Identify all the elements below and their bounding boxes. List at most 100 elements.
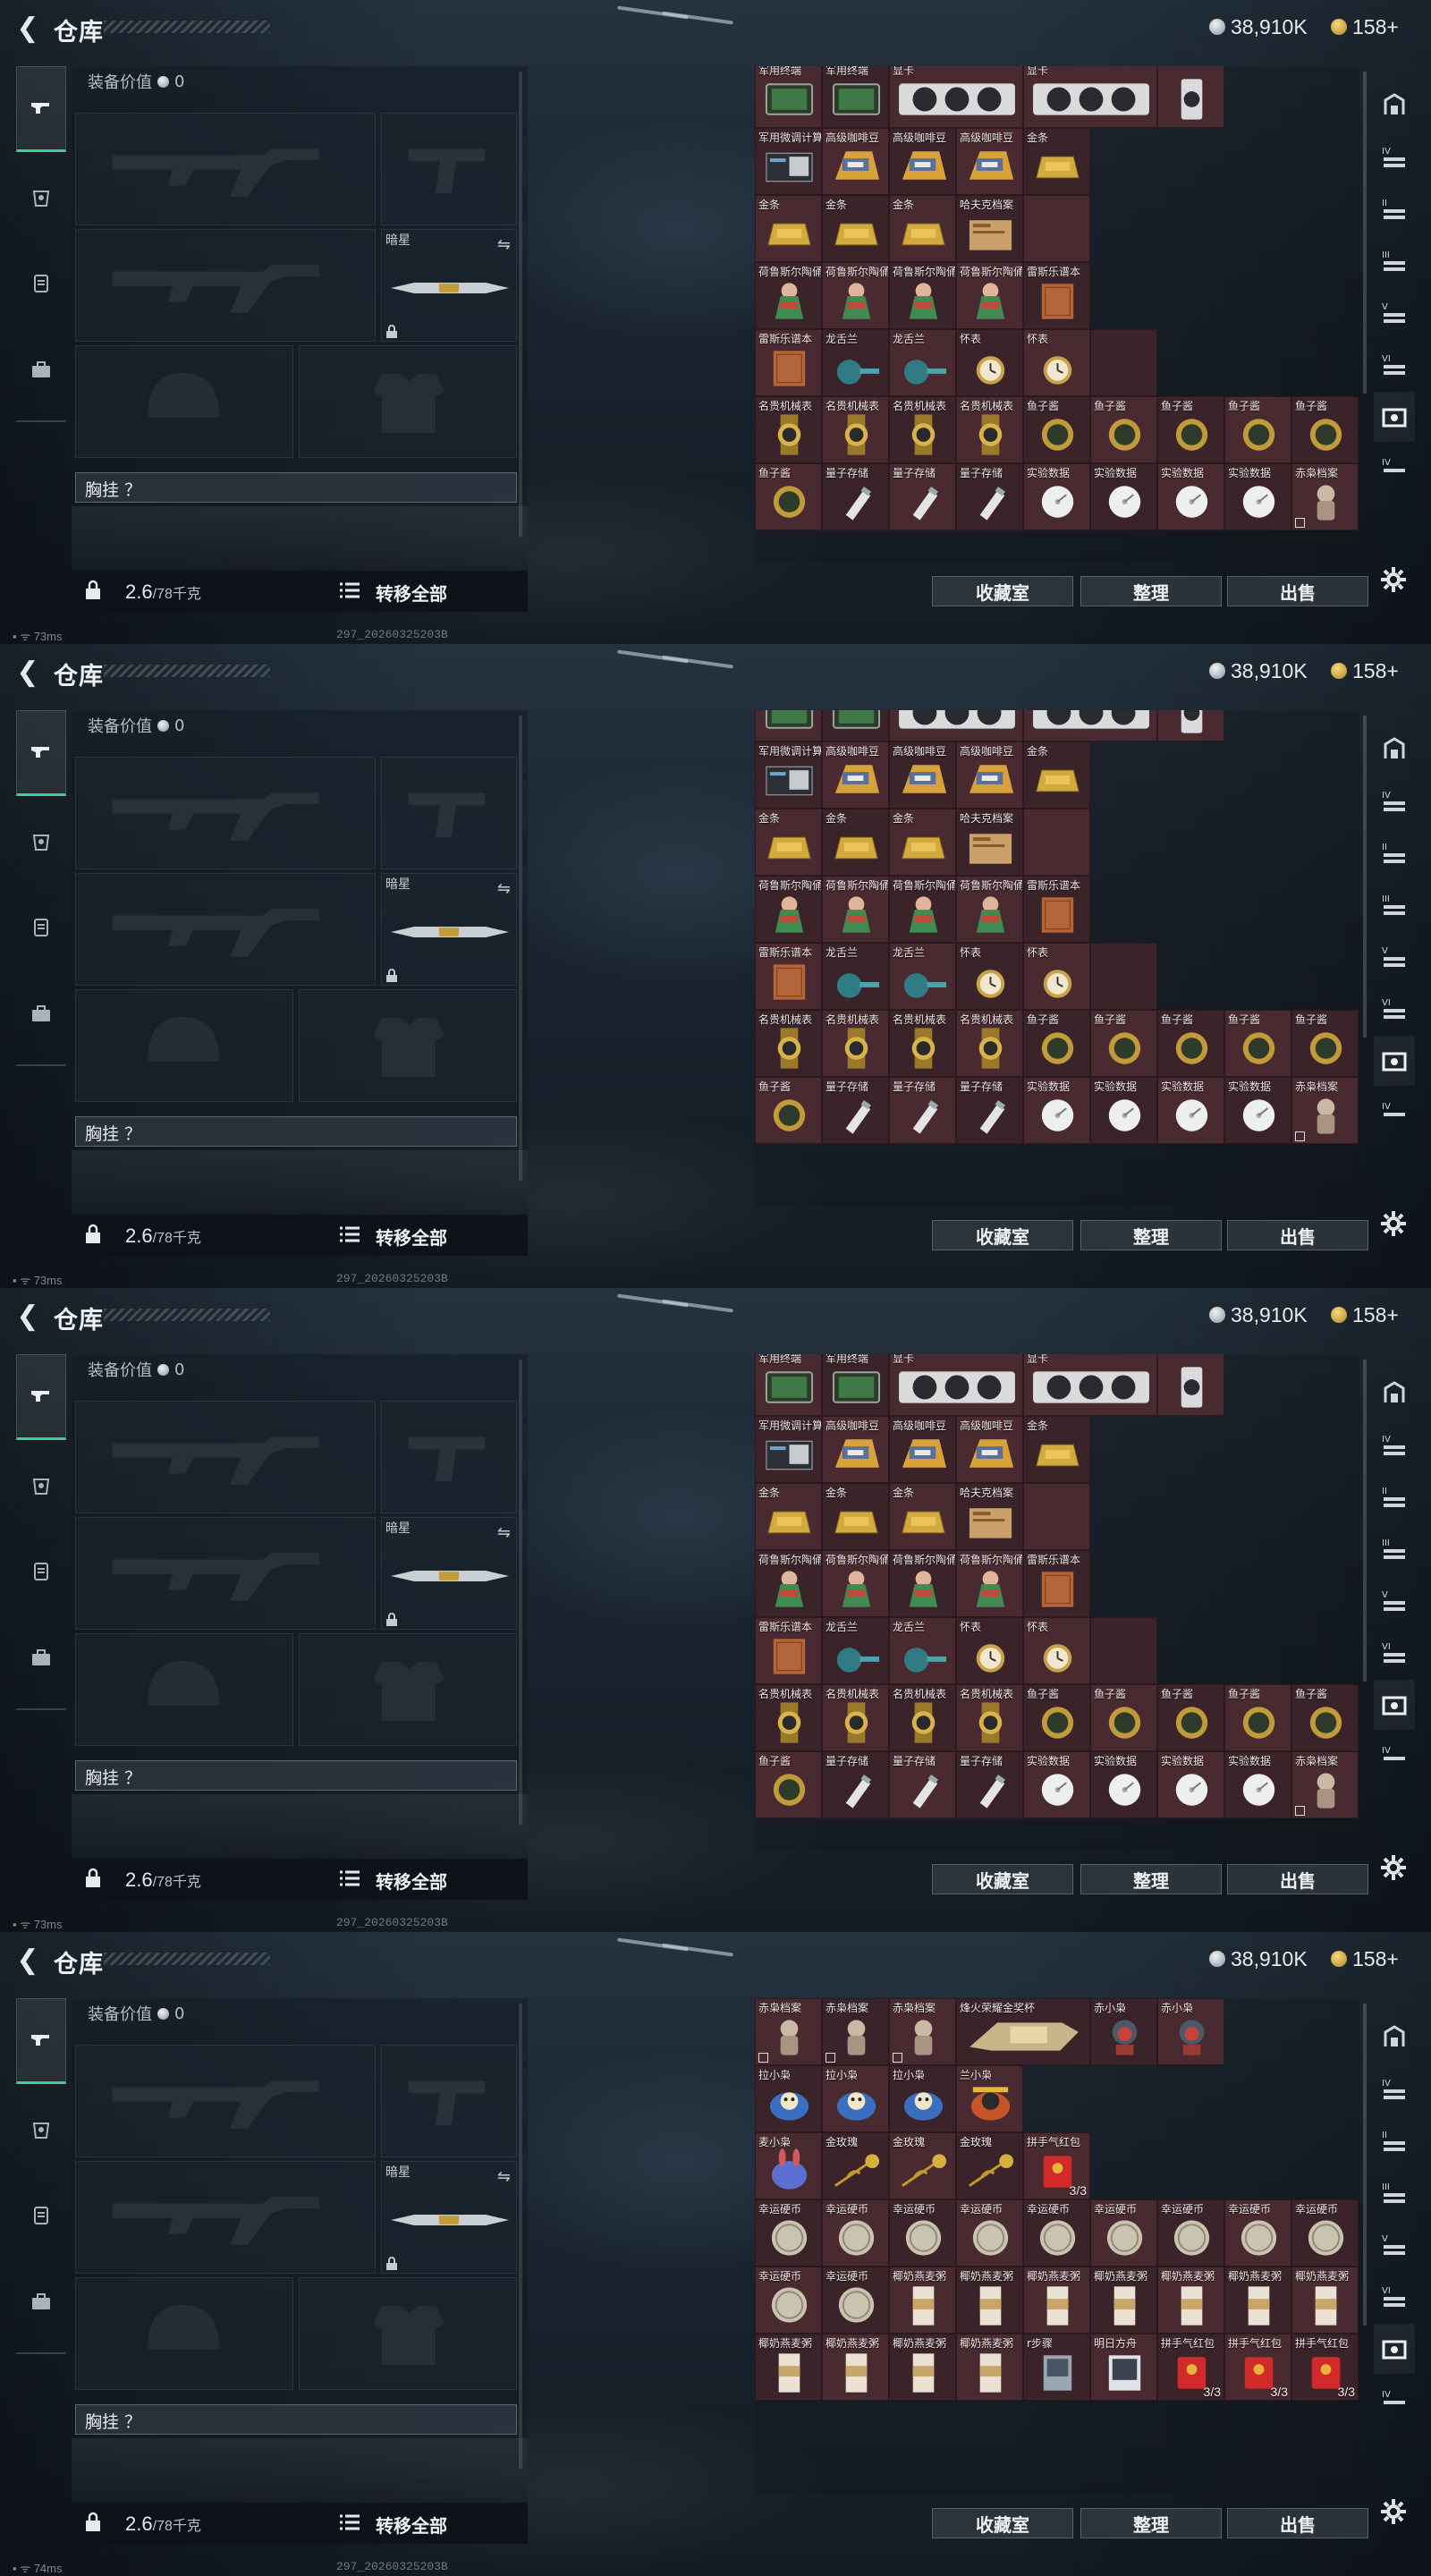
list-icon[interactable] — [340, 1226, 360, 1242]
storage-item[interactable]: 名贵机械表 — [822, 1010, 889, 1077]
storage-item[interactable]: 雷斯乐谱本 — [1023, 1550, 1090, 1617]
storage-item[interactable]: 实验数据 — [1090, 1077, 1157, 1144]
storage-item[interactable] — [1023, 809, 1090, 876]
storage-item[interactable]: 赤小枭 — [1157, 1998, 1224, 2065]
chest-rig-slot[interactable]: 胸挂 ？ — [75, 2404, 517, 2435]
storage-item[interactable]: 椰奶燕麦粥 — [755, 2334, 822, 2401]
storage-item[interactable]: 鱼子酱 — [1090, 1010, 1157, 1077]
storage-item[interactable]: 名贵机械表 — [822, 396, 889, 463]
storage-item[interactable]: 名贵机械表 — [956, 1684, 1023, 1751]
storage-item[interactable]: 名贵机械表 — [755, 396, 822, 463]
storage-item[interactable]: 椰奶燕麦粥 — [1090, 2267, 1157, 2334]
storage-item[interactable]: 鱼子酱 — [1291, 1684, 1359, 1751]
storage-item[interactable]: 椰奶燕麦粥 — [1023, 2267, 1090, 2334]
list-icon[interactable] — [340, 2514, 360, 2530]
storage-tab[interactable]: V — [1374, 288, 1415, 338]
storage-item[interactable]: 雷斯乐谱本 — [1023, 262, 1090, 329]
nav-case[interactable] — [16, 2259, 66, 2345]
storage-item[interactable]: 显卡 — [1023, 710, 1157, 741]
primary-weapon-slot[interactable] — [75, 113, 376, 225]
storage-item[interactable]: 荷鲁斯尔陶俑 — [956, 876, 1023, 943]
storage-item[interactable]: 量子存储 — [956, 1077, 1023, 1144]
nav-armor[interactable] — [16, 1444, 66, 1530]
storage-item[interactable]: 军用微调计算机 — [755, 1416, 822, 1483]
storage-item[interactable]: 显卡 — [889, 66, 1023, 128]
storage-tab[interactable]: V — [1374, 932, 1415, 982]
collection-room-button[interactable]: 收藏室 — [932, 1864, 1073, 1894]
storage-item[interactable]: 量子存储 — [822, 463, 889, 530]
storage-tab[interactable]: VI — [1374, 1628, 1415, 1678]
storage-tab[interactable]: III — [1374, 1524, 1415, 1574]
storage-item[interactable]: 高级咖啡豆 — [822, 741, 889, 809]
armor-slot[interactable] — [299, 345, 517, 458]
storage-item[interactable]: 量子存储 — [889, 1077, 956, 1144]
storage-item[interactable]: 金条 — [1023, 741, 1090, 809]
storage-item[interactable]: 雷斯乐谱本 — [755, 1617, 822, 1684]
storage-item[interactable]: 雷斯乐谱本 — [1023, 876, 1090, 943]
secondary-weapon-slot[interactable] — [75, 873, 376, 986]
storage-item[interactable]: 赤枭档案 — [1291, 463, 1359, 530]
storage-item[interactable]: 金条 — [1023, 128, 1090, 195]
storage-item[interactable]: 高级咖啡豆 — [822, 128, 889, 195]
swap-icon[interactable]: ⇋ — [497, 879, 511, 898]
storage-tab[interactable]: II — [1374, 1472, 1415, 1522]
melee-slot[interactable]: 暗星 ⇋ — [381, 873, 517, 986]
storage-item[interactable]: 名贵机械表 — [889, 1010, 956, 1077]
storage-item[interactable]: 荷鲁斯尔陶俑 — [822, 1550, 889, 1617]
storage-tab[interactable]: IV — [1374, 132, 1415, 182]
equipment-scrollbar[interactable] — [519, 72, 522, 537]
storage-item[interactable]: 椰奶燕麦粥 — [1291, 2267, 1359, 2334]
storage-item[interactable]: 名贵机械表 — [755, 1684, 822, 1751]
storage-item[interactable]: 显卡 — [889, 1354, 1023, 1416]
secondary-weapon-slot[interactable] — [75, 1517, 376, 1630]
storage-item[interactable]: 名贵机械表 — [889, 396, 956, 463]
storage-item[interactable]: 金条 — [822, 195, 889, 262]
storage-tab[interactable]: V — [1374, 2220, 1415, 2270]
organize-button[interactable]: 整理 — [1080, 576, 1222, 606]
gear-icon[interactable] — [1379, 565, 1408, 594]
storage-item[interactable]: 鱼子酱 — [1224, 1684, 1291, 1751]
storage-tab[interactable]: III — [1374, 236, 1415, 286]
storage-item[interactable]: 鱼子酱 — [755, 1077, 822, 1144]
nav-weapons[interactable] — [16, 1998, 66, 2084]
nav-case[interactable] — [16, 327, 66, 413]
storage-item[interactable]: 高级咖啡豆 — [956, 1416, 1023, 1483]
storage-item[interactable] — [1157, 710, 1224, 741]
storage-item[interactable]: 荷鲁斯尔陶俑 — [822, 876, 889, 943]
collection-room-button[interactable]: 收藏室 — [932, 1220, 1073, 1250]
swap-icon[interactable]: ⇋ — [497, 235, 511, 254]
melee-slot[interactable]: 暗星 ⇋ — [381, 1517, 517, 1630]
storage-item[interactable]: 鱼子酱 — [1291, 1010, 1359, 1077]
back-button[interactable]: ❮ — [13, 1945, 43, 1976]
storage-item[interactable]: 荷鲁斯尔陶俑 — [889, 1550, 956, 1617]
equipment-scrollbar[interactable] — [519, 1360, 522, 1825]
storage-item[interactable]: 实验数据 — [1090, 1751, 1157, 1818]
transfer-all-button[interactable]: 转移全部 — [376, 580, 447, 606]
nav-backpack[interactable] — [16, 1528, 66, 1614]
armor-slot[interactable] — [299, 1633, 517, 1746]
storage-tab[interactable]: IV — [1374, 1420, 1415, 1470]
storage-item[interactable]: 鱼子酱 — [1224, 1010, 1291, 1077]
storage-item[interactable]: 荷鲁斯尔陶俑 — [755, 876, 822, 943]
storage-item[interactable]: 怀表 — [956, 943, 1023, 1010]
storage-item[interactable]: 鱼子酱 — [1157, 1684, 1224, 1751]
storage-item[interactable]: 荷鲁斯尔陶俑 — [755, 1550, 822, 1617]
pistol-slot[interactable] — [381, 1401, 517, 1513]
storage-item[interactable]: 幸运硬币 — [1291, 2199, 1359, 2267]
storage-item[interactable]: 幸运硬币 — [755, 2267, 822, 2334]
storage-item[interactable]: 哈夫克档案 — [956, 195, 1023, 262]
storage-item[interactable]: 幸运硬币 — [822, 2267, 889, 2334]
helmet-slot[interactable] — [75, 2277, 293, 2390]
pistol-slot[interactable] — [381, 757, 517, 869]
secondary-weapon-slot[interactable] — [75, 2161, 376, 2274]
storage-tab[interactable]: IV — [1374, 2376, 1415, 2426]
nav-backpack[interactable] — [16, 884, 66, 970]
storage-item[interactable]: 名贵机械表 — [956, 396, 1023, 463]
storage-tab[interactable]: III — [1374, 880, 1415, 930]
storage-item[interactable]: 鱼子酱 — [1224, 396, 1291, 463]
storage-item[interactable]: 鱼子酱 — [1157, 1010, 1224, 1077]
storage-item[interactable]: 椰奶燕麦粥 — [889, 2334, 956, 2401]
storage-item[interactable]: 名贵机械表 — [956, 1010, 1023, 1077]
storage-tab[interactable]: II — [1374, 184, 1415, 234]
storage-item[interactable]: 怀表 — [956, 329, 1023, 396]
